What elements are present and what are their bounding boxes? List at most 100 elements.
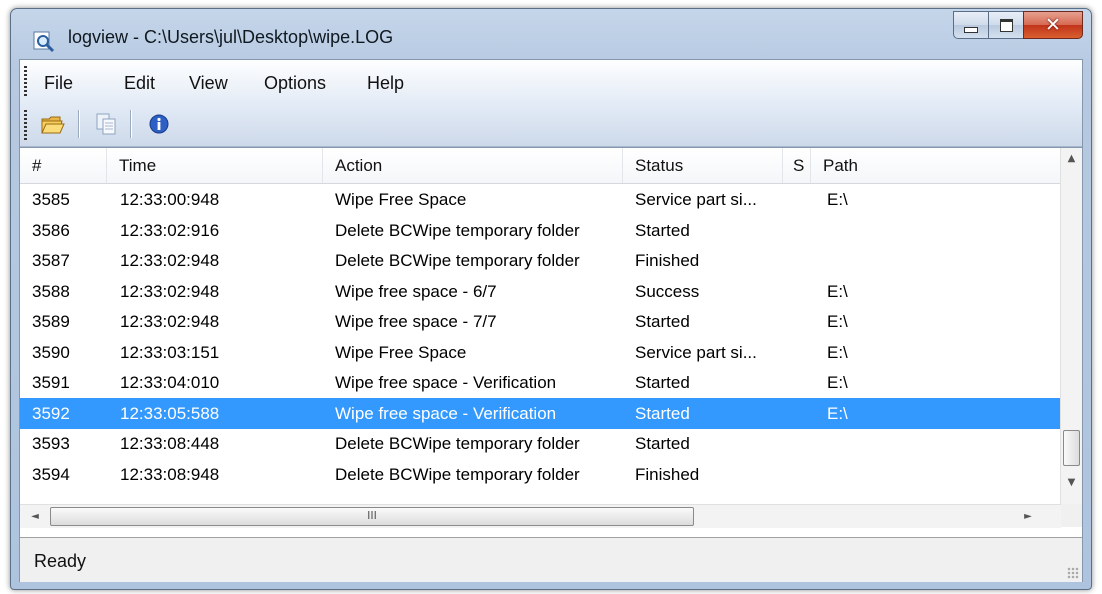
cell-action: Wipe free space - Verification <box>335 403 557 423</box>
log-list[interactable]: # Time Action Status S Path 3585 12:33:00… <box>20 147 1082 538</box>
toolbar-separator <box>130 110 132 138</box>
resize-grip-icon[interactable] <box>1067 567 1079 579</box>
close-button[interactable]: ✕ <box>1023 11 1083 39</box>
cell-time: 12:33:03:151 <box>120 342 220 362</box>
cell-action: Delete BCWipe temporary folder <box>335 464 580 484</box>
vertical-scrollbar[interactable]: ▲ ▼ <box>1060 148 1082 504</box>
cell-time: 12:33:02:916 <box>120 220 220 240</box>
cell-status: Started <box>635 373 690 392</box>
cell-time: 12:33:02:948 <box>120 251 220 270</box>
menu-edit[interactable]: Edit <box>124 73 155 94</box>
table-row[interactable]: 3593 12:33:08:448 Delete BCWipe temporary … <box>20 428 1061 459</box>
cell-path: E:\ <box>827 190 848 209</box>
horizontal-scroll-thumb[interactable]: III <box>50 507 694 526</box>
cell-num: 3585 <box>32 190 70 209</box>
cell-path: E:\ <box>827 281 848 301</box>
window-controls: ✕ <box>953 11 1083 39</box>
table-row[interactable]: 3594 12:33:08:948 Delete BCWipe temporary … <box>20 459 1061 490</box>
menu-help[interactable]: Help <box>367 73 404 94</box>
cell-status: Started <box>635 403 690 423</box>
scroll-left-icon[interactable]: ◄ <box>24 505 46 528</box>
minimize-button[interactable] <box>953 11 988 39</box>
list-header: # Time Action Status S Path <box>20 148 1061 184</box>
vertical-scroll-thumb[interactable] <box>1063 430 1080 466</box>
app-window: logview - C:\Users\jul\Desktop\wipe.LOG … <box>10 8 1092 590</box>
cell-num: 3588 <box>32 281 70 301</box>
table-row[interactable]: 3587 12:33:02:948 Delete BCWipe temporary … <box>20 245 1061 276</box>
title-bar[interactable]: logview - C:\Users\jul\Desktop\wipe.LOG … <box>11 9 1091 59</box>
cell-status: Finished <box>635 251 700 270</box>
cell-path: E:\ <box>827 312 848 331</box>
cell-time: 12:33:02:948 <box>120 281 220 301</box>
close-icon: ✕ <box>1045 14 1061 36</box>
cell-time: 12:33:04:010 <box>120 373 220 392</box>
cell-num: 3589 <box>32 312 70 331</box>
maximize-button[interactable] <box>988 11 1023 39</box>
cell-time: 12:33:02:948 <box>120 312 220 331</box>
menu-view[interactable]: View <box>189 73 228 94</box>
scrollbar-corner <box>1061 504 1082 527</box>
table-row[interactable]: 3586 12:33:02:916 Delete BCWipe temporary … <box>20 215 1061 246</box>
cell-action: Wipe free space - 7/7 <box>335 312 497 331</box>
cell-time: 12:33:00:948 <box>120 190 220 209</box>
menu-file[interactable]: File <box>44 73 73 94</box>
table-row[interactable]: 3585 12:33:00:948 Wipe Free Space Service p… <box>20 184 1061 215</box>
table-row[interactable]: 3590 12:33:03:151 Wipe Free Space Service p… <box>20 337 1061 368</box>
cell-num: 3594 <box>32 464 70 484</box>
magnifier-log-icon <box>33 31 55 53</box>
open-folder-icon[interactable] <box>40 111 66 137</box>
cell-status: Started <box>635 220 690 240</box>
cell-status: Finished <box>635 464 700 484</box>
client-area: File Edit View Options Help # Time Actio… <box>19 59 1083 582</box>
horizontal-scrollbar[interactable]: ◄ III ► <box>20 504 1061 528</box>
maximize-icon <box>999 18 1013 32</box>
scroll-down-icon[interactable]: ▼ <box>1061 472 1082 493</box>
window-title: logview - C:\Users\jul\Desktop\wipe.LOG <box>68 27 394 47</box>
cell-action: Delete BCWipe temporary folder <box>335 251 580 270</box>
cell-time: 12:33:08:448 <box>120 434 220 453</box>
copy-icon[interactable] <box>94 111 120 137</box>
column-header-s[interactable]: S <box>783 148 811 183</box>
table-row[interactable]: 3591 12:33:04:010 Wipe free space - Verifi… <box>20 367 1061 398</box>
cell-time: 12:33:05:588 <box>120 403 220 423</box>
cell-action: Delete BCWipe temporary folder <box>335 220 580 240</box>
toolbar-grip[interactable] <box>24 110 27 140</box>
cell-action: Wipe Free Space <box>335 342 467 362</box>
table-row[interactable]: 3588 12:33:02:948 Wipe free space - 6/7 Suc… <box>20 276 1061 307</box>
table-row[interactable]: 3592 12:33:05:588 Wipe free space - Verifi… <box>20 397 1061 429</box>
toolbar-separator <box>78 110 80 138</box>
cell-status: Started <box>635 434 690 453</box>
list-rows: 3585 12:33:00:948 Wipe Free Space Service p… <box>20 184 1061 504</box>
cell-num: 3592 <box>32 403 70 423</box>
scroll-right-icon[interactable]: ► <box>1017 505 1039 528</box>
minimize-icon <box>964 27 978 33</box>
column-header-status[interactable]: Status <box>623 148 783 183</box>
menubar-grip[interactable] <box>24 66 27 96</box>
status-text: Ready <box>34 551 87 571</box>
toolbar <box>20 102 1082 147</box>
column-header-number[interactable]: # <box>20 148 107 183</box>
scroll-up-icon[interactable]: ▲ <box>1061 148 1082 169</box>
menu-options[interactable]: Options <box>264 73 326 94</box>
cell-num: 3591 <box>32 373 70 392</box>
info-icon[interactable] <box>146 111 172 137</box>
menu-bar: File Edit View Options Help <box>20 60 1082 102</box>
cell-path: E:\ <box>827 342 848 362</box>
cell-action: Wipe free space - Verification <box>335 373 557 392</box>
cell-path: E:\ <box>827 403 848 423</box>
column-header-time[interactable]: Time <box>107 148 323 183</box>
cell-path: E:\ <box>827 373 848 392</box>
column-header-action[interactable]: Action <box>323 148 623 183</box>
status-bar: Ready <box>20 537 1082 582</box>
cell-num: 3593 <box>32 434 70 453</box>
cell-action: Wipe free space - 6/7 <box>335 281 497 301</box>
cell-status: Service part si... <box>635 342 757 362</box>
cell-action: Delete BCWipe temporary folder <box>335 434 580 453</box>
table-row[interactable]: 3589 12:33:02:948 Wipe free space - 7/7 Sta… <box>20 306 1061 337</box>
cell-num: 3587 <box>32 251 70 270</box>
cell-status: Success <box>635 281 700 301</box>
cell-num: 3586 <box>32 220 70 240</box>
cell-num: 3590 <box>32 342 70 362</box>
column-header-path[interactable]: Path <box>811 148 1061 183</box>
cell-action: Wipe Free Space <box>335 190 467 209</box>
